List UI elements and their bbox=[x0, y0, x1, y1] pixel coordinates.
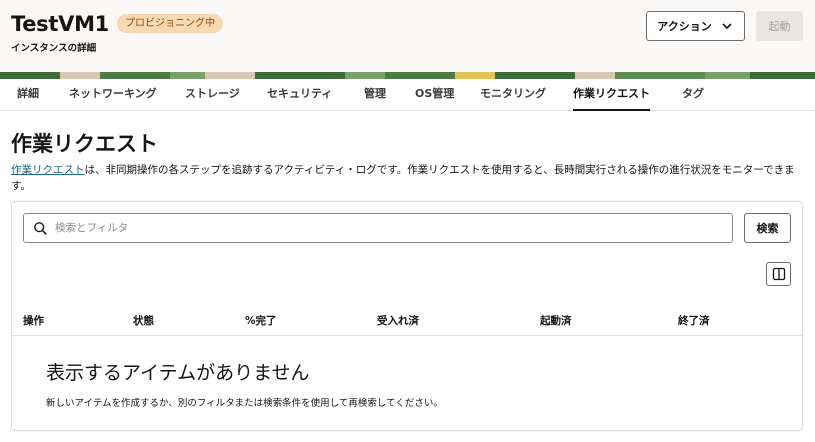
page-title: 作業リクエスト bbox=[11, 132, 158, 156]
decorative-banner bbox=[0, 72, 815, 79]
column-header-operation[interactable]: 操作 bbox=[23, 313, 44, 328]
column-header-started[interactable]: 起動済 bbox=[540, 313, 572, 328]
columns-toggle-button[interactable] bbox=[766, 262, 791, 286]
instance-subtitle: インスタンスの詳細 bbox=[11, 43, 97, 54]
work-requests-doc-link[interactable]: 作業リクエスト bbox=[11, 164, 85, 176]
status-badge: プロビジョニング中 bbox=[117, 14, 223, 33]
tab-storage[interactable]: ストレージ bbox=[185, 79, 240, 111]
empty-state-message: 新しいアイテムを作成するか、別のフィルタまたは検索条件を使用して再検索してくださ… bbox=[46, 398, 443, 409]
tab-work-requests[interactable]: 作業リクエスト bbox=[573, 79, 650, 111]
tab-monitoring[interactable]: モニタリング bbox=[480, 79, 546, 111]
tab-tags[interactable]: タグ bbox=[682, 79, 704, 111]
column-header-status[interactable]: 状態 bbox=[133, 313, 154, 328]
page-description: 作業リクエストは、非同期操作の各ステップを追跡するアクティビティ・ログです。作業… bbox=[11, 162, 811, 194]
column-header-finished[interactable]: 終了済 bbox=[678, 313, 710, 328]
search-input[interactable] bbox=[55, 218, 715, 238]
column-header-percent-complete[interactable]: %完了 bbox=[245, 313, 277, 328]
column-header-accepted[interactable]: 受入れ済 bbox=[377, 313, 419, 328]
search-button[interactable]: 検索 bbox=[744, 213, 791, 243]
search-box[interactable] bbox=[23, 213, 733, 243]
tab-details[interactable]: 詳細 bbox=[17, 79, 39, 111]
tab-security[interactable]: セキュリティ bbox=[267, 79, 332, 111]
description-text: は、非同期操作の各ステップを追跡するアクティビティ・ログです。作業リクエストを使… bbox=[11, 164, 795, 192]
columns-icon bbox=[772, 267, 785, 281]
search-icon bbox=[34, 222, 47, 235]
start-button[interactable]: 起動 bbox=[756, 11, 803, 41]
action-menu-button[interactable]: アクション bbox=[646, 11, 745, 41]
tab-networking[interactable]: ネットワーキング bbox=[69, 79, 157, 111]
page-header: TestVM1 プロビジョニング中 インスタンスの詳細 アクション 起動 bbox=[0, 0, 815, 72]
empty-state-title: 表示するアイテムがありません bbox=[46, 362, 310, 384]
table-header-divider bbox=[12, 335, 802, 336]
tab-management[interactable]: 管理 bbox=[364, 79, 386, 111]
instance-title: TestVM1 bbox=[11, 12, 109, 36]
tab-os-management[interactable]: OS管理 bbox=[415, 79, 454, 111]
action-button-label: アクション bbox=[657, 20, 712, 33]
chevron-down-icon bbox=[722, 23, 732, 30]
tab-bar: 詳細 ネットワーキング ストレージ セキュリティ 管理 OS管理 モニタリング … bbox=[0, 79, 815, 111]
